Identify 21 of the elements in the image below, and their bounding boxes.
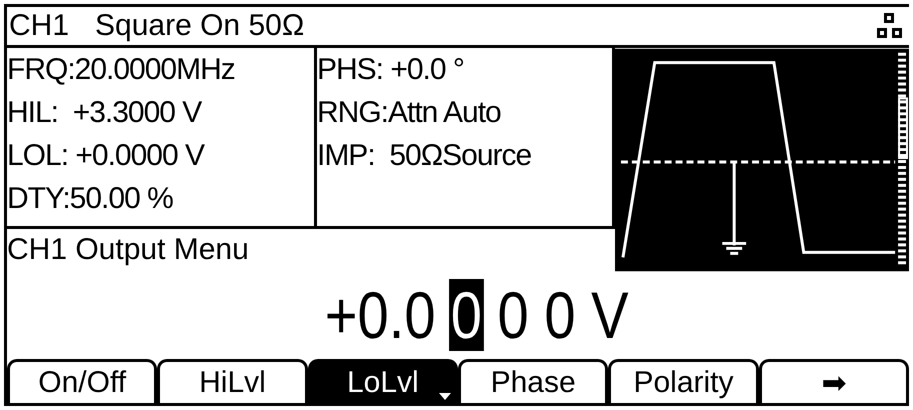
parameter-text: DTY:50.00 % bbox=[7, 181, 173, 217]
parameter-text: FRQ:20.0000MHz bbox=[7, 52, 235, 88]
value-digits: +0.0 bbox=[325, 279, 436, 351]
parameter-text: RNG:Attn Auto bbox=[316, 95, 501, 131]
value-digits: 0 0 V bbox=[498, 279, 629, 351]
menu-title: CH1 Output Menu bbox=[7, 232, 249, 268]
channel-label: CH1 bbox=[9, 9, 70, 43]
softkey-tab[interactable]: LoLvl bbox=[308, 359, 458, 403]
softkey-tab[interactable]: Phase bbox=[458, 359, 608, 403]
softkey-tab[interactable]: HiLvl bbox=[157, 359, 308, 403]
softkey-tab[interactable]: On/Off bbox=[7, 359, 158, 403]
cursor-digit: 0 bbox=[448, 279, 484, 351]
parameter-text: IMP: 50ΩSource bbox=[316, 138, 532, 174]
parameter-text: LOL: +0.0000 V bbox=[7, 138, 204, 174]
caret-icon bbox=[438, 393, 451, 401]
softkey-tab[interactable]: Polarity bbox=[608, 359, 759, 403]
squares-icon bbox=[877, 13, 903, 39]
softkey-tab[interactable]: ➡ bbox=[758, 359, 909, 403]
parameter-text: HIL: +3.3000 V bbox=[7, 95, 202, 131]
parameter-text: PHS: +0.0 ° bbox=[316, 52, 464, 88]
channel-status: Square On 50Ω bbox=[95, 9, 304, 43]
